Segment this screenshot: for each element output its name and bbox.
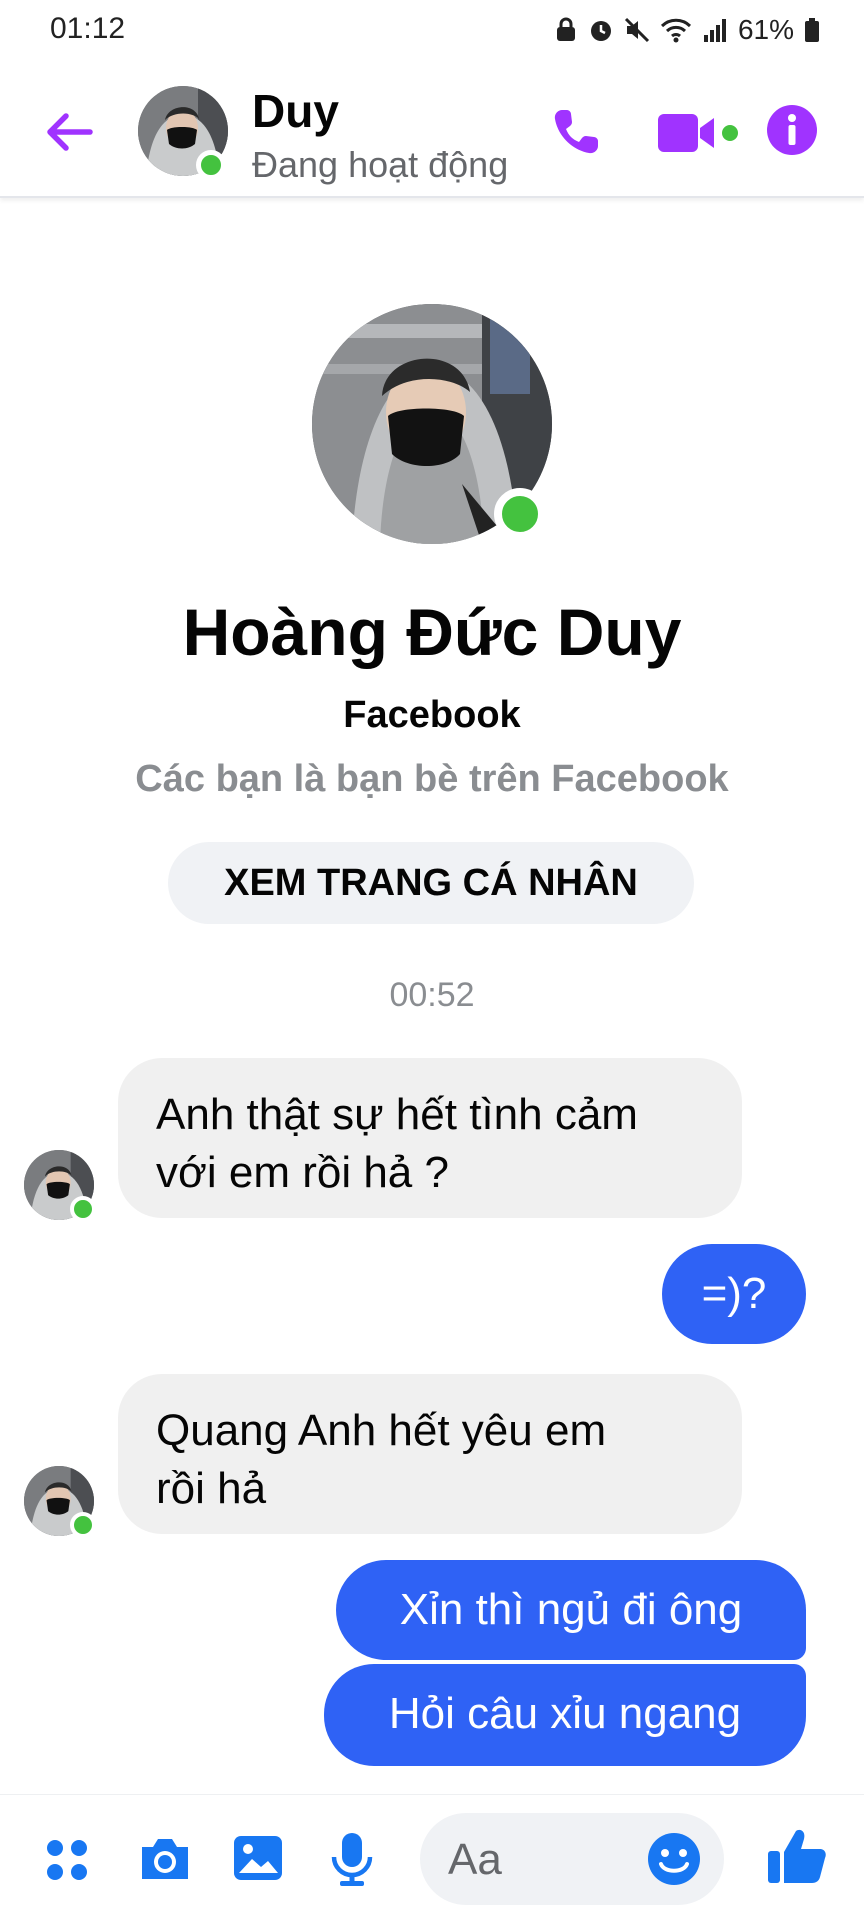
view-profile-button[interactable]: XEM TRANG CÁ NHÂN (168, 842, 694, 924)
message-bubble-outgoing[interactable]: Xỉn thì ngủ đi ông (336, 1560, 806, 1660)
apps-icon[interactable] (44, 1837, 90, 1883)
message-timestamp: 00:52 (389, 976, 475, 1014)
message-bubble-incoming[interactable]: Anh thật sự hết tình cảm với em rồi hả ? (118, 1058, 742, 1218)
message-input-placeholder: Aa (448, 1835, 502, 1884)
status-time: 01:12 (50, 12, 126, 45)
info-icon[interactable] (766, 104, 818, 156)
signal-icon (703, 19, 726, 42)
profile-full-name: Hoàng Đức Duy (182, 595, 682, 669)
message-bubble-outgoing[interactable]: =)? (662, 1244, 806, 1344)
message-text: rồi hả (156, 1464, 267, 1513)
camera-icon[interactable] (138, 1835, 192, 1883)
profile-online-indicator (494, 488, 546, 540)
message-text: Quang Anh hết yêu em (156, 1406, 607, 1455)
vpn-lock-icon (556, 17, 575, 41)
message-bubble-outgoing[interactable]: Hỏi câu xỉu ngang (324, 1664, 806, 1766)
emoji-icon[interactable] (646, 1831, 702, 1887)
mute-icon (624, 17, 650, 43)
profile-source: Facebook (343, 694, 521, 736)
online-indicator (196, 150, 226, 180)
microphone-icon[interactable] (330, 1831, 374, 1887)
online-indicator (70, 1196, 96, 1222)
message-text: Xỉn thì ngủ đi ông (399, 1585, 743, 1634)
status-bar: 01:12 61% (0, 0, 864, 62)
phone-icon[interactable] (548, 104, 604, 160)
alarm-icon (590, 21, 611, 41)
video-camera-icon[interactable] (656, 108, 740, 158)
message-text: Hỏi câu xỉu ngang (388, 1689, 742, 1738)
message-text: Anh thật sự hết tình cảm (156, 1090, 638, 1139)
image-icon[interactable] (232, 1833, 284, 1883)
thumbs-up-icon[interactable] (766, 1825, 828, 1887)
composer-bar: Aa (0, 1794, 864, 1920)
battery-icon (805, 18, 819, 42)
message-bubble-incoming[interactable]: Quang Anh hết yêu em rồi hả (118, 1374, 742, 1534)
message-text: với em rồi hả ? (156, 1148, 449, 1197)
online-indicator (70, 1512, 96, 1538)
contact-status: Đang hoạt động (252, 144, 509, 185)
arrow-left-icon[interactable] (40, 104, 96, 160)
wifi-icon (660, 18, 692, 43)
status-icons: 61% (554, 10, 820, 50)
message-input[interactable]: Aa (420, 1813, 724, 1905)
contact-name[interactable]: Duy (252, 84, 339, 138)
chat-header: Duy Đang hoạt động (0, 62, 864, 198)
friendship-status: Các bạn là bạn bè trên Facebook (135, 758, 729, 800)
battery-percent: 61% (737, 14, 794, 45)
message-text: =)? (701, 1269, 767, 1318)
